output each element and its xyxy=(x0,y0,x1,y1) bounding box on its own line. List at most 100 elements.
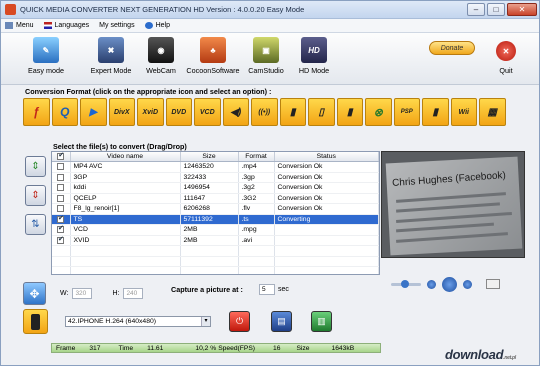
smartphone-icon[interactable]: ▯ xyxy=(308,98,335,126)
menu-item-settings[interactable]: My settings xyxy=(99,22,134,29)
row-checkbox-cell[interactable] xyxy=(52,224,71,236)
vcd-icon[interactable]: VCD xyxy=(194,98,221,126)
add-file-button[interactable]: ⇕ xyxy=(25,156,46,177)
donate-button[interactable]: Donate xyxy=(429,41,475,55)
table-row[interactable]: TS57111392.tsConverting xyxy=(52,214,379,225)
row-checkbox[interactable] xyxy=(57,205,64,213)
table-row[interactable]: XVID2MB.avi xyxy=(52,235,379,246)
video-size: 12463520 xyxy=(180,161,239,173)
height-label: H: xyxy=(112,290,120,297)
row-checkbox[interactable] xyxy=(57,163,64,171)
video-size: 1496954 xyxy=(180,182,239,194)
divx-icon[interactable]: DivX xyxy=(108,98,135,126)
fullscreen-button[interactable] xyxy=(486,279,500,289)
wmp-icon[interactable]: ▶ xyxy=(80,98,107,126)
video-name: TS xyxy=(70,214,181,225)
row-checkbox[interactable] xyxy=(57,214,64,223)
table-row[interactable]: MP4 AVC 12463520 .mp4 Conversion Ok xyxy=(52,161,379,173)
video-name: MP4 AVC xyxy=(70,161,181,173)
capture-seconds: 5 sec xyxy=(259,284,289,295)
move-file-button[interactable]: ⇅ xyxy=(25,214,46,235)
audio-icon[interactable]: ◀) xyxy=(222,98,249,126)
table-row[interactable]: QCELP 111647.3G2 Conversion Ok xyxy=(52,193,379,204)
play-button[interactable] xyxy=(442,276,457,292)
stop-conversion-button[interactable]: ⏻ xyxy=(229,311,250,332)
column-header-status[interactable]: Status xyxy=(274,152,379,162)
column-header-check[interactable] xyxy=(52,152,71,162)
conversion-status: Conversion Ok xyxy=(274,193,379,204)
menu-item-languages[interactable]: Languages xyxy=(43,22,89,29)
stop-icon: ⏻ xyxy=(235,316,244,326)
row-checkbox[interactable] xyxy=(57,224,64,234)
size-label: Size xyxy=(296,344,310,352)
maximize-button[interactable]: □ xyxy=(487,3,505,16)
quit-button[interactable]: ✕ Quit xyxy=(476,37,536,75)
phone-icon[interactable]: ▮ xyxy=(279,98,306,126)
device-icon[interactable] xyxy=(23,309,48,334)
column-header-size[interactable]: Size xyxy=(180,152,239,162)
width-input[interactable]: 320 xyxy=(72,288,93,299)
conversion-status xyxy=(274,224,379,236)
row-checkbox-cell[interactable] xyxy=(52,182,71,194)
empty-row xyxy=(52,266,379,274)
profile-select[interactable]: 42.IPHONE H.264 (640x480) ▾ xyxy=(65,316,211,327)
menu-item-help[interactable]: Help xyxy=(144,22,170,29)
gamecube-icon[interactable]: ▦ xyxy=(479,98,506,126)
row-checkbox-cell[interactable] xyxy=(52,203,71,215)
move-arrows-icon[interactable]: ✥ xyxy=(23,282,46,305)
cocoonsoftware-button[interactable]: ♣ CocoonSoftware xyxy=(183,37,243,75)
minimize-button[interactable]: – xyxy=(467,3,485,16)
column-header-name[interactable]: Video name xyxy=(70,152,181,162)
table-row[interactable]: kddi 1496954.3g2 Conversion Ok xyxy=(52,182,379,194)
easy-mode-button[interactable]: ✎ Easy mode xyxy=(16,37,76,75)
menu-item-menu[interactable]: Menu xyxy=(5,22,34,29)
row-checkbox-cell[interactable] xyxy=(52,161,71,173)
flash-icon[interactable]: ƒ xyxy=(23,98,50,126)
xbox-icon[interactable]: ⊗ xyxy=(365,98,392,126)
audio-wave-icon[interactable]: ((•)) xyxy=(251,98,278,126)
camstudio-icon: ▣ xyxy=(253,37,279,63)
convert-button[interactable]: ▤ xyxy=(271,311,292,332)
quit-icon: ✕ xyxy=(496,41,516,61)
table-row[interactable]: VCD2MB.mpg xyxy=(52,224,379,236)
player-controls xyxy=(391,276,521,292)
easy-mode-icon: ✎ xyxy=(33,37,59,63)
height-input[interactable]: 240 xyxy=(123,288,144,299)
quicktime-icon[interactable]: Q xyxy=(51,98,78,126)
chevron-down-icon[interactable]: ▾ xyxy=(201,317,210,326)
row-checkbox-cell[interactable] xyxy=(52,214,71,225)
table-row[interactable]: F8_lg_renoir[1] 6206268 .flv Conversion Ok xyxy=(52,203,379,215)
select-all-checkbox[interactable] xyxy=(57,152,65,160)
folder-icon: ▥ xyxy=(317,316,326,326)
video-size: 322433 xyxy=(180,172,239,183)
ipod-icon[interactable]: ▮ xyxy=(422,98,449,126)
open-folder-button[interactable]: ▥ xyxy=(311,311,332,332)
xvid-icon[interactable]: XviD xyxy=(137,98,164,126)
row-checkbox-cell[interactable] xyxy=(52,193,71,204)
remove-file-button[interactable]: ⇕ xyxy=(25,185,46,206)
row-checkbox[interactable] xyxy=(57,184,64,192)
table-row[interactable]: 3GP 322433.3gp Conversion Ok xyxy=(52,172,379,183)
add-icon: ⇕ xyxy=(31,161,40,172)
row-checkbox[interactable] xyxy=(57,235,64,244)
mobile-icon[interactable]: ▮ xyxy=(336,98,363,126)
close-button[interactable]: ✕ xyxy=(507,3,537,16)
row-checkbox[interactable] xyxy=(57,173,64,181)
stop-button[interactable] xyxy=(463,279,472,289)
size-row: ✥ W: 320 H: 240 xyxy=(23,282,144,305)
column-header-format[interactable]: Format xyxy=(238,152,275,162)
video-name: 3GP xyxy=(70,172,181,183)
pause-button[interactable] xyxy=(427,279,436,289)
row-checkbox[interactable] xyxy=(57,194,64,202)
psp-icon[interactable]: PSP xyxy=(393,98,420,126)
capture-label: Capture a picture at : xyxy=(171,285,243,294)
capture-seconds-input[interactable]: 5 xyxy=(259,284,275,295)
speed-label: Speed(FPS) xyxy=(218,344,256,352)
wii-icon[interactable]: Wii xyxy=(450,98,477,126)
row-checkbox-cell[interactable] xyxy=(52,172,71,183)
dvd-icon[interactable]: DVD xyxy=(165,98,192,126)
row-checkbox-cell[interactable] xyxy=(52,235,71,246)
webcam-button[interactable]: ◉ WebCam xyxy=(131,37,191,75)
volume-slider[interactable] xyxy=(391,279,421,288)
hd-mode-button[interactable]: HD HD Mode xyxy=(284,37,344,75)
